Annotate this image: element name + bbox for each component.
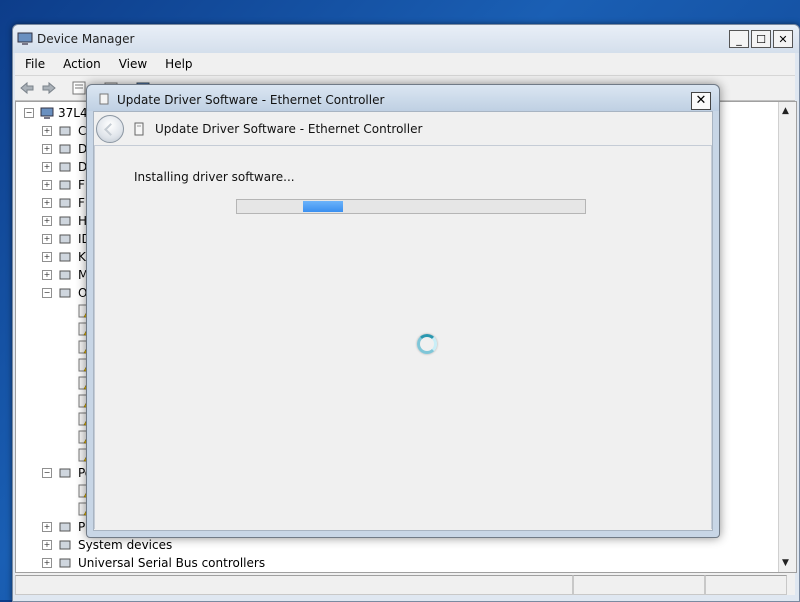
device-category-icon [59, 558, 71, 568]
computer-icon [17, 32, 33, 45]
menu-view[interactable]: View [109, 57, 155, 71]
expand-icon[interactable]: + [42, 162, 52, 172]
dialog-content: Installing driver software... [94, 145, 712, 529]
tree-category-label: K [78, 250, 86, 264]
expand-icon[interactable]: + [42, 540, 52, 550]
driver-device-icon [134, 122, 144, 136]
collapse-icon[interactable]: − [42, 468, 52, 478]
scroll-up-icon[interactable]: ▲ [782, 106, 789, 116]
expand-icon[interactable]: + [42, 270, 52, 280]
expand-icon[interactable]: + [42, 558, 52, 568]
collapse-icon[interactable]: − [24, 108, 34, 118]
scroll-down-icon[interactable]: ▼ [782, 558, 789, 568]
install-progress-bar [236, 199, 586, 214]
expand-icon[interactable]: + [42, 252, 52, 262]
back-arrow-icon[interactable] [19, 80, 35, 96]
dialog-header-title: Update Driver Software - Ethernet Contro… [155, 122, 423, 136]
vertical-scrollbar[interactable]: ▲ ▼ [778, 102, 796, 572]
dialog-client-area: Update Driver Software - Ethernet Contro… [93, 111, 713, 531]
dialog-title: Update Driver Software - Ethernet Contro… [117, 93, 385, 107]
device-category-icon [59, 126, 71, 136]
device-category-icon [59, 540, 71, 550]
window-title: Device Manager [37, 32, 135, 46]
maximize-button[interactable]: ☐ [751, 30, 771, 48]
maximize-icon: ☐ [756, 32, 766, 46]
device-category-icon [59, 252, 71, 262]
driver-icon [99, 93, 109, 105]
close-icon: ✕ [778, 32, 788, 46]
forward-arrow-icon[interactable] [41, 80, 57, 96]
device-category-icon [59, 180, 71, 190]
tree-category-label: Universal Serial Bus controllers [78, 556, 266, 570]
status-cell-main [15, 575, 573, 595]
menu-help[interactable]: Help [155, 57, 200, 71]
dialog-titlebar[interactable]: Update Driver Software - Ethernet Contro… [87, 85, 719, 111]
expand-icon[interactable]: + [42, 198, 52, 208]
progress-marquee [303, 201, 343, 212]
expand-icon[interactable]: + [42, 126, 52, 136]
update-driver-dialog: Update Driver Software - Ethernet Contro… [86, 84, 720, 538]
device-category-icon [59, 468, 71, 478]
status-cell-3 [705, 575, 787, 595]
menu-bar: File Action View Help [15, 53, 795, 75]
device-category-icon [59, 216, 71, 226]
menu-action[interactable]: Action [53, 57, 109, 71]
expand-icon[interactable]: + [42, 180, 52, 190]
computer-icon [40, 107, 54, 119]
collapse-icon[interactable]: − [42, 288, 52, 298]
dialog-close-button[interactable]: ✕ [691, 92, 711, 110]
close-button[interactable]: ✕ [773, 30, 793, 48]
installing-status-text: Installing driver software... [134, 170, 295, 184]
back-button[interactable] [96, 115, 124, 143]
device-category-icon [59, 288, 71, 298]
busy-spinner-icon [417, 334, 437, 354]
status-bar [15, 573, 795, 595]
menu-file[interactable]: File [15, 57, 53, 71]
expand-icon[interactable]: + [42, 216, 52, 226]
expand-icon[interactable]: + [42, 234, 52, 244]
minimize-button[interactable]: _ [729, 30, 749, 48]
properties-icon[interactable] [71, 80, 87, 96]
minimize-icon: _ [736, 32, 742, 46]
device-category-icon [59, 162, 71, 172]
device-manager-titlebar[interactable]: Device Manager _ ☐ ✕ [13, 25, 799, 53]
device-category-icon [59, 144, 71, 154]
device-category-icon [59, 522, 71, 532]
expand-icon[interactable]: + [42, 144, 52, 154]
dialog-header: Update Driver Software - Ethernet Contro… [94, 112, 712, 145]
tree-category-label: System devices [78, 538, 173, 552]
device-category-icon [59, 234, 71, 244]
status-cell-2 [573, 575, 705, 595]
device-category-icon [59, 198, 71, 208]
expand-icon[interactable]: + [42, 522, 52, 532]
device-category-icon [59, 270, 71, 280]
close-icon: ✕ [695, 93, 707, 108]
